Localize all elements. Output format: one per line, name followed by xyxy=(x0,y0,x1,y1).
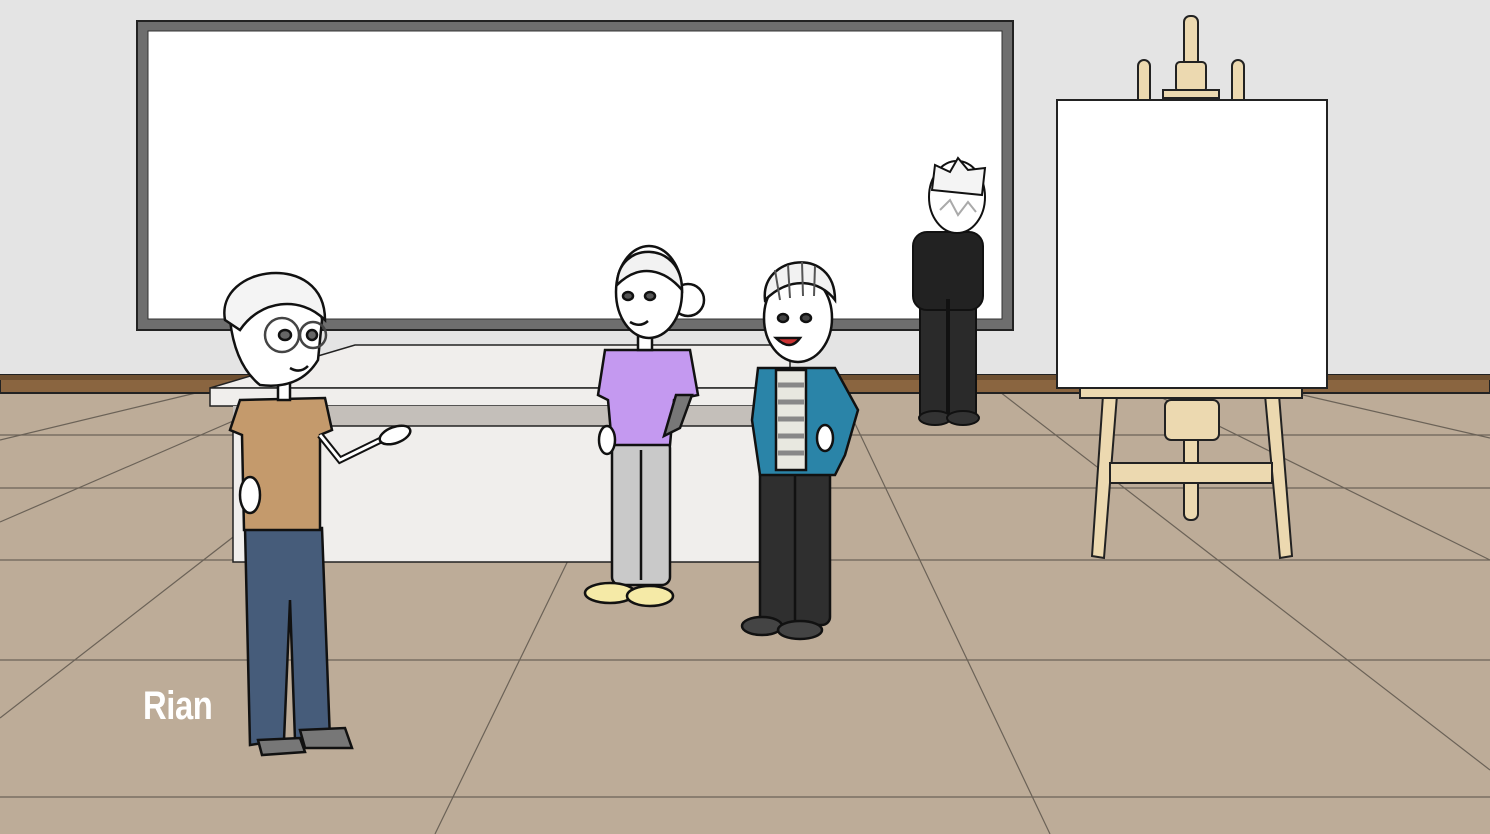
character-name-caption: Rian xyxy=(143,684,213,728)
storyboard-scene: Rian xyxy=(0,0,1490,834)
canvas-board xyxy=(1056,99,1328,389)
classroom-illustration xyxy=(0,0,1490,834)
